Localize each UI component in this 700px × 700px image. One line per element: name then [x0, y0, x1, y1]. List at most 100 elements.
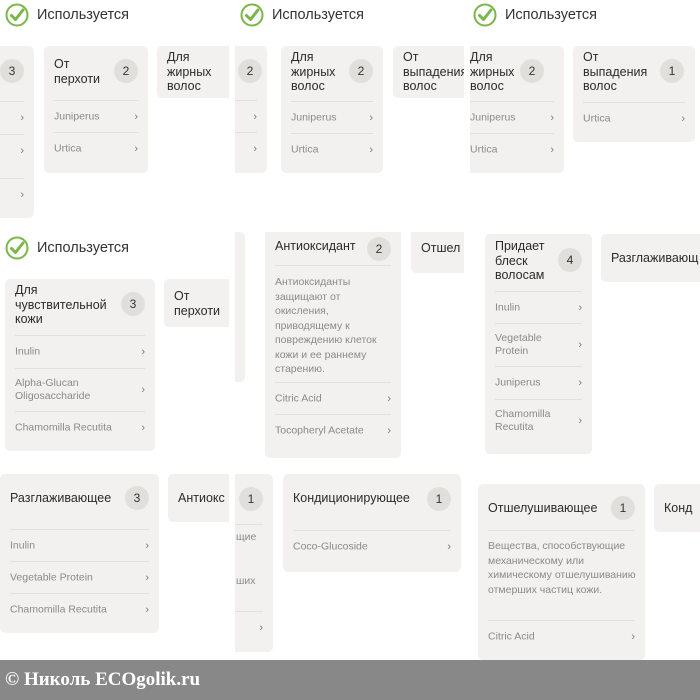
ingredient-row[interactable]: Alpha-Glucan Oligosaccharide ›: [15, 368, 145, 411]
ingredient-row[interactable]: ›: [0, 101, 24, 134]
ingredient-row[interactable]: Tocopheryl Acetate ›: [275, 414, 391, 446]
chevron-right-icon: ›: [145, 539, 149, 552]
chevron-right-icon: ›: [631, 631, 635, 643]
chevron-right-icon: ›: [369, 111, 373, 124]
divider: [275, 265, 391, 267]
ingredient-row[interactable]: ›: [235, 132, 257, 164]
checkmark-icon: [240, 3, 264, 27]
ingredient-row[interactable]: Juniperus ›: [470, 101, 554, 133]
ingredient-row[interactable]: Citric Acid ›: [488, 620, 635, 653]
card-title: Конд: [664, 501, 693, 515]
count-badge: 1: [239, 487, 263, 511]
ingredient-row[interactable]: Juniperus ›: [495, 366, 582, 399]
ingredient-row[interactable]: Urtica ›: [470, 133, 554, 165]
divider: [488, 530, 635, 532]
count-badge: 2: [520, 59, 544, 83]
card-description: Антиоксиданты защищают от окисления, при…: [275, 276, 377, 375]
status-used: Используется: [240, 3, 364, 27]
count-badge: 3: [125, 486, 149, 510]
count-badge: 1: [611, 496, 635, 520]
checkmark-icon: [473, 3, 497, 27]
card-title: От выпадения волос: [583, 50, 648, 93]
category-card: От перхоти: [164, 279, 229, 327]
chevron-right-icon: ›: [253, 110, 257, 123]
card-title: Отшелушивающее: [488, 501, 598, 515]
tile-2: Используется 2 › › Для жирных волос 2 Ju…: [235, 0, 464, 226]
chevron-right-icon: ›: [20, 189, 24, 201]
ingredient-row[interactable]: ›: [0, 134, 24, 167]
chevron-right-icon: ›: [259, 622, 263, 634]
tile-1: Используется 3 › › › От перхоти 2 Junipe…: [0, 0, 229, 226]
category-card: Отшел: [411, 232, 464, 273]
ingredient-row[interactable]: Citric Acid ›: [275, 382, 391, 414]
status-label: Используется: [272, 7, 365, 23]
category-card: 3 › › ›: [0, 46, 34, 218]
ingredient-row[interactable]: Inulin ›: [15, 335, 145, 368]
count-badge: 4: [558, 248, 582, 272]
ingredient-row[interactable]: Vegetable Protein ›: [10, 561, 149, 593]
ingredient-row[interactable]: Chamomilla Recutita ›: [15, 411, 145, 444]
category-card: Конд: [654, 484, 700, 532]
status-label: Используется: [37, 7, 130, 23]
chevron-right-icon: ›: [387, 392, 391, 405]
divider: [235, 524, 263, 526]
ingredient-row[interactable]: Vegetable Protein ›: [495, 323, 582, 366]
chevron-right-icon: ›: [134, 142, 138, 155]
ingredient-row[interactable]: Inulin ›: [495, 291, 582, 323]
card-title: Антиокс: [178, 491, 225, 505]
ingredient-row[interactable]: Juniperus ›: [291, 101, 373, 133]
ingredient-row[interactable]: ›: [0, 178, 24, 211]
status-used: Используется: [5, 236, 129, 260]
ingredient-row[interactable]: Chamomilla Recutita ›: [495, 399, 582, 442]
ingredient-row[interactable]: Urtica ›: [54, 132, 138, 164]
card-title: Кондиционирующее: [293, 491, 410, 505]
card-title: От выпадения волос: [403, 50, 464, 93]
chevron-right-icon: ›: [681, 113, 685, 125]
tile-5: › › › Антиоксидант 2 Антиоксиданты защищ…: [235, 232, 464, 458]
category-card: › › ›: [235, 232, 245, 382]
category-card: 2 › ›: [235, 46, 267, 173]
ingredient-row[interactable]: ›: [235, 100, 257, 132]
ingredient-row[interactable]: ›: [235, 611, 263, 644]
category-card: От выпадения волос 1 Urtica ›: [573, 46, 695, 142]
chevron-right-icon: ›: [141, 422, 145, 434]
text-fragment: щие: [236, 531, 257, 543]
count-badge: 2: [238, 59, 262, 83]
tile-7: Разглаживающее 3 Inulin › Vegetable Prote…: [0, 466, 229, 660]
ingredient-row[interactable]: Coco-Glucoside ›: [293, 530, 451, 563]
chevron-right-icon: ›: [141, 346, 145, 358]
category-card: Для чувствительной кожи 3 Inulin › Alpha-…: [5, 279, 155, 451]
card-title: Придает блеск волосам: [495, 239, 545, 282]
watermark-bar: © Николь ECOgolik.ru: [0, 660, 700, 700]
ingredient-row[interactable]: Inulin ›: [10, 529, 149, 561]
checkmark-icon: [5, 3, 29, 27]
count-badge: 2: [367, 237, 391, 261]
count-badge: 2: [349, 59, 373, 83]
category-card: Кондиционирующее 1 Coco-Glucoside ›: [283, 474, 461, 572]
category-card: Разглаживающее 3 Inulin › Vegetable Prote…: [0, 474, 159, 633]
ingredient-row[interactable]: Urtica ›: [583, 102, 685, 135]
chevron-right-icon: ›: [447, 541, 451, 553]
chevron-right-icon: ›: [20, 145, 24, 157]
chevron-right-icon: ›: [387, 424, 391, 437]
ingredient-row[interactable]: Urtica ›: [291, 133, 373, 165]
card-description: Вещества, способствующие механическому и…: [488, 540, 636, 596]
status-used: Используется: [5, 3, 129, 27]
card-title: Разглаживающ: [611, 251, 699, 265]
ingredient-row[interactable]: Juniperus ›: [54, 100, 138, 132]
category-card: 1 щие ших ›: [235, 474, 273, 652]
card-title: Разглаживающее: [10, 491, 112, 505]
count-badge: 3: [0, 59, 24, 83]
status-used: Используется: [473, 3, 597, 27]
chevron-right-icon: ›: [145, 571, 149, 584]
ingredient-row[interactable]: Chamomilla Recutita ›: [10, 593, 149, 625]
tile-9: Отшелушивающее 1 Вещества, способствующи…: [470, 466, 700, 660]
chevron-right-icon: ›: [145, 603, 149, 616]
chevron-right-icon: ›: [141, 384, 145, 396]
card-title: Для чувствительной кожи: [15, 283, 107, 326]
category-card: Разглаживающ: [601, 234, 700, 282]
chevron-right-icon: ›: [550, 143, 554, 156]
category-card: От перхоти 2 Juniperus › Urtica ›: [44, 46, 148, 173]
chevron-right-icon: ›: [550, 111, 554, 124]
category-card: Антиокс: [168, 474, 229, 522]
